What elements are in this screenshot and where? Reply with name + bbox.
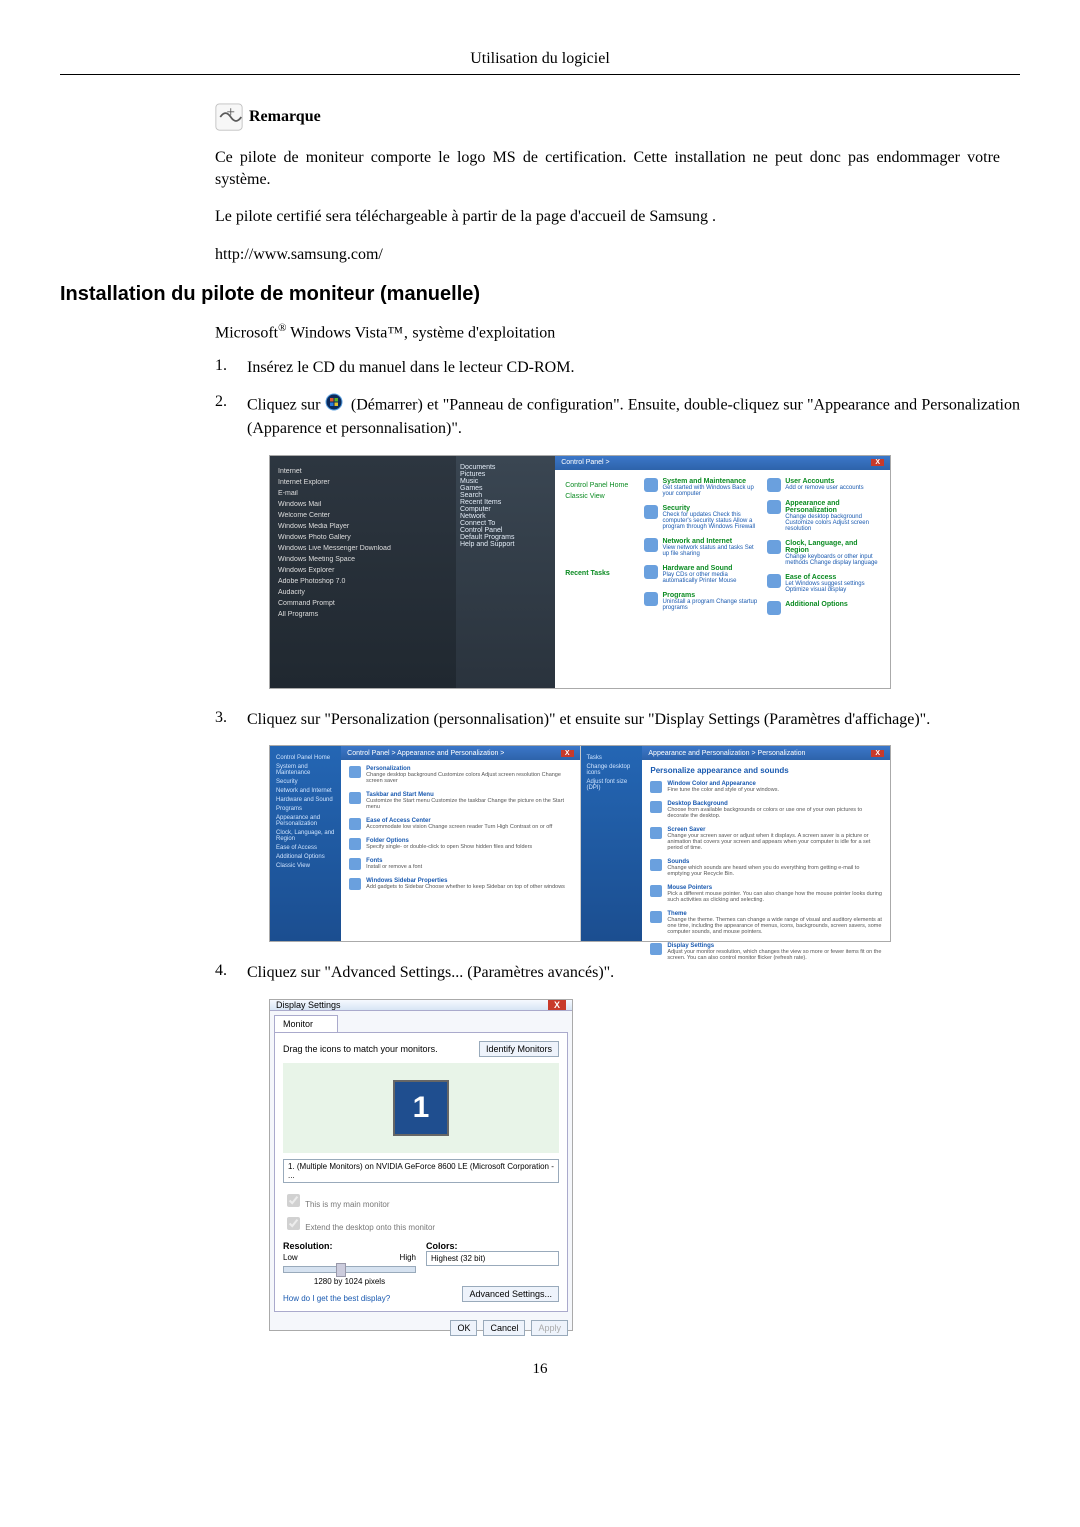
start-menu-pane: InternetInternet ExplorerE-mailWindows M… xyxy=(270,456,456,688)
screenshot-start-control-panel: InternetInternet ExplorerE-mailWindows M… xyxy=(269,455,891,689)
step-text: Cliquez sur "Advanced Settings... (Param… xyxy=(247,962,1020,984)
note-paragraph-2: Le pilote certifié sera téléchargeable à… xyxy=(215,206,1000,228)
window-title: Display Settings xyxy=(276,1000,341,1010)
step-text: Insérez le CD du manuel dans le lecteur … xyxy=(247,357,1020,379)
control-panel-window: Control Panel > X Control Panel HomeClas… xyxy=(555,456,890,688)
address-bar: Control Panel > xyxy=(561,459,609,466)
help-link: How do I get the best display? xyxy=(283,1294,390,1303)
apply-button: Apply xyxy=(531,1320,568,1336)
close-icon: X xyxy=(561,750,574,757)
step-text: Cliquez sur "Personalization (personnali… xyxy=(247,709,1020,731)
step-text: Cliquez sur (Démarrer) et "Panneau de co… xyxy=(247,393,1020,441)
appearance-sidebar: Control Panel HomeSystem and Maintenance… xyxy=(270,746,341,941)
step-number: 1. xyxy=(215,357,233,375)
close-icon: X xyxy=(548,1000,566,1010)
section-subline: Microsoft® Windows Vista™‚ système d'exp… xyxy=(215,322,1020,342)
address-text: Appearance and Personalization > Persona… xyxy=(648,750,805,757)
resolution-value: 1280 by 1024 pixels xyxy=(283,1277,416,1286)
page-number: 16 xyxy=(60,1361,1020,1378)
note-url: http://www.samsung.com/ xyxy=(215,244,1000,266)
close-icon: X xyxy=(871,750,884,757)
note-icon xyxy=(215,103,243,131)
start-menu-right: DocumentsPicturesMusicGamesSearchRecent … xyxy=(456,456,555,688)
extend-desktop-checkbox: Extend the desktop onto this monitor xyxy=(283,1214,559,1233)
recent-tasks-label: Recent Tasks xyxy=(565,570,634,577)
subline-rest: Windows Vista™‚ système d'exploitation xyxy=(286,325,555,342)
monitor-select: 1. (Multiple Monitors) on NVIDIA GeForce… xyxy=(283,1159,559,1183)
step2-pre: Cliquez sur xyxy=(247,396,321,413)
personalize-heading: Personalize appearance and sounds xyxy=(650,766,882,775)
resolution-label: Resolution: xyxy=(283,1241,416,1251)
resolution-slider xyxy=(283,1266,416,1273)
step-4: 4. Cliquez sur "Advanced Settings... (Pa… xyxy=(215,962,1020,984)
subline-pre: Microsoft xyxy=(215,325,278,342)
step-number: 3. xyxy=(215,709,233,727)
page-header: Utilisation du logiciel xyxy=(60,50,1020,75)
step-2: 2. Cliquez sur (Démarrer) et "Panneau de… xyxy=(215,393,1020,441)
step-1: 1. Insérez le CD du manuel dans le lecte… xyxy=(215,357,1020,379)
main-monitor-checkbox: This is my main monitor xyxy=(283,1191,559,1210)
monitor-number: 1 xyxy=(393,1080,449,1136)
note-paragraph-1: Ce pilote de moniteur comporte le logo M… xyxy=(215,147,1000,190)
colors-select: Highest (32 bit) xyxy=(426,1251,559,1266)
drag-instruction: Drag the icons to match your monitors. xyxy=(283,1044,438,1054)
screenshot-personalization: Control Panel HomeSystem and Maintenance… xyxy=(269,745,891,942)
control-panel-side: Control Panel HomeClassic View Recent Ta… xyxy=(565,478,634,623)
advanced-settings-button: Advanced Settings... xyxy=(462,1286,559,1302)
step-number: 2. xyxy=(215,393,233,411)
monitor-tab: Monitor xyxy=(274,1015,338,1032)
screenshot-display-settings: Display Settings X Monitor Drag the icon… xyxy=(269,999,573,1331)
note-label: Remarque xyxy=(249,108,321,126)
close-icon: X xyxy=(871,459,884,466)
start-orb-icon xyxy=(325,398,351,415)
section-heading: Installation du pilote de moniteur (manu… xyxy=(60,283,1020,306)
low-label: Low xyxy=(283,1253,298,1262)
personalization-sidebar: TasksChange desktop iconsAdjust font siz… xyxy=(581,746,643,941)
ok-button: OK xyxy=(450,1320,477,1336)
high-label: High xyxy=(400,1253,416,1262)
identify-monitors-button: Identify Monitors xyxy=(479,1041,559,1057)
cancel-button: Cancel xyxy=(483,1320,525,1336)
step2-post: (Démarrer) et "Panneau de configuration"… xyxy=(247,396,1020,437)
step-3: 3. Cliquez sur "Personalization (personn… xyxy=(215,709,1020,731)
address-text: Control Panel > Appearance and Personali… xyxy=(347,750,504,757)
colors-label: Colors: xyxy=(426,1241,559,1251)
step-number: 4. xyxy=(215,962,233,980)
monitor-preview-area: 1 xyxy=(283,1063,559,1153)
